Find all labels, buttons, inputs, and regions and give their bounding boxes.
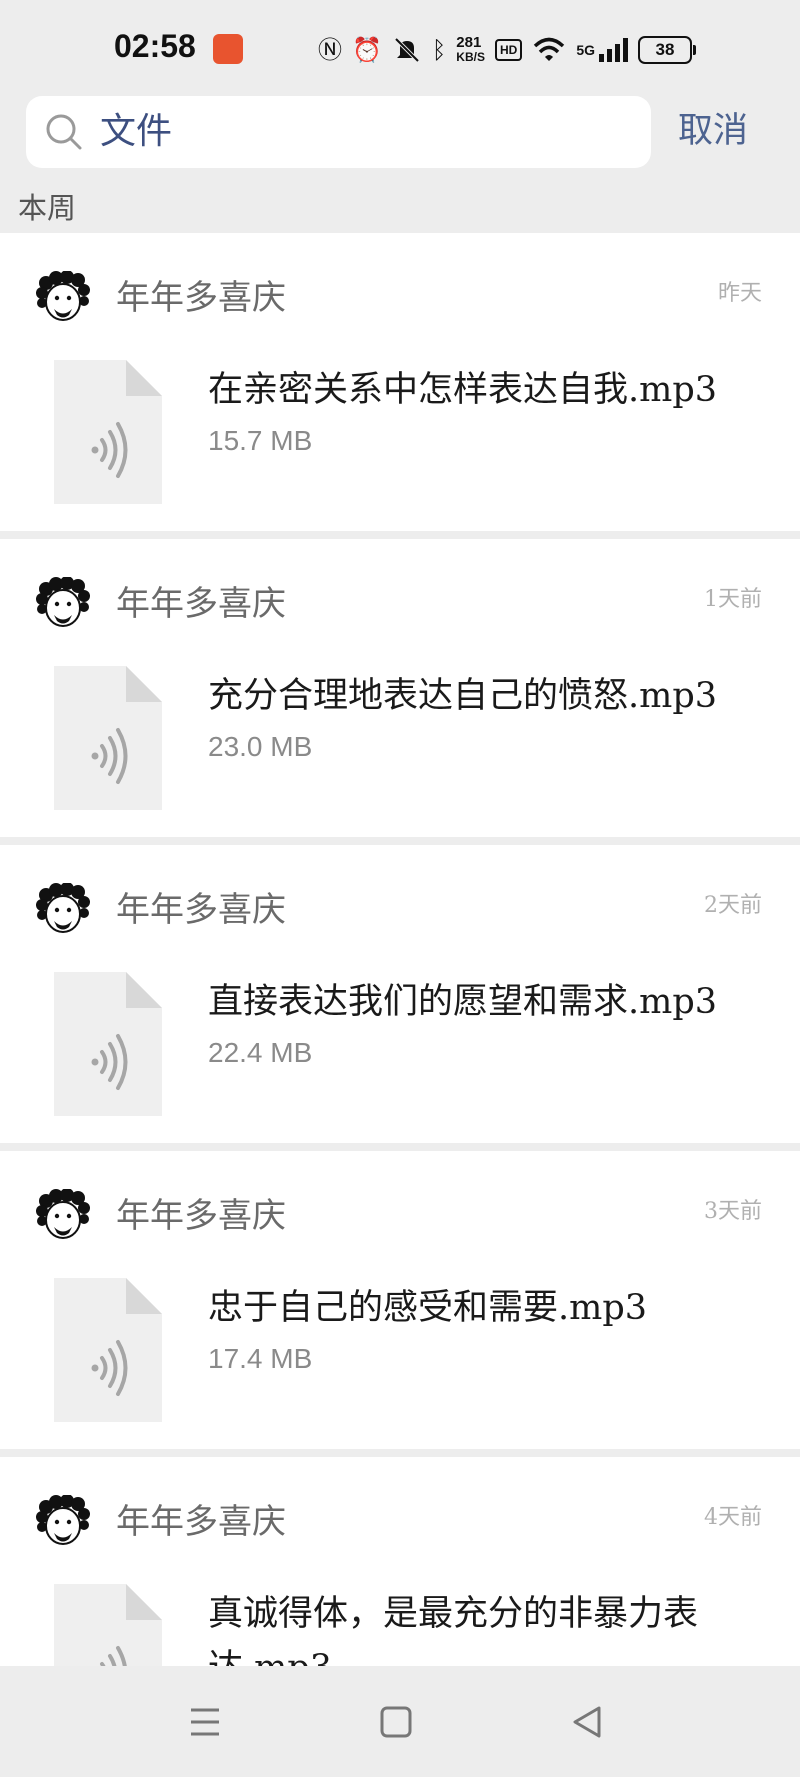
sender-name: 年年多喜庆 (116, 278, 286, 318)
avatar[interactable] (36, 883, 90, 937)
avatar[interactable] (36, 1189, 90, 1243)
network-type: 5G (576, 42, 595, 58)
search-query: 文件 (100, 111, 173, 152)
menu-icon[interactable] (181, 1698, 229, 1746)
bluetooth-icon: ᛒ (431, 36, 447, 64)
file-name: 忠于自己的感受和需要.mp3 (208, 1288, 647, 1328)
file-size: 15.7 MB (208, 425, 313, 456)
audio-file-icon (54, 360, 162, 504)
network-speed-unit: KB/S (456, 50, 485, 64)
file-size: 23.0 MB (208, 731, 313, 762)
battery-icon: 38 (638, 36, 696, 64)
message-time: 3天前 (704, 1199, 762, 1224)
audio-file-icon (54, 666, 162, 810)
navigation-bar (0, 1666, 800, 1777)
file-card[interactable]: 年年多喜庆 昨天 在亲密关系中怎样表达自我.mp3 15.7 MB (0, 233, 800, 531)
message-time: 昨天 (717, 281, 762, 306)
hd-badge: HD (494, 39, 523, 61)
file-card[interactable]: 年年多喜庆 4天前 真诚得体，是最充分的非暴力表达.mp3 (0, 1457, 800, 1666)
file-list: 年年多喜庆 昨天 在亲密关系中怎样表达自我.mp3 15.7 MB 年年多喜庆 … (0, 233, 800, 1666)
signal-icon (599, 38, 628, 62)
file-card[interactable]: 年年多喜庆 3天前 忠于自己的感受和需要.mp3 17.4 MB (0, 1151, 800, 1449)
status-time: 02:58 (114, 28, 196, 64)
sender-name: 年年多喜庆 (116, 584, 286, 624)
file-card[interactable]: 年年多喜庆 2天前 直接表达我们的愿望和需求.mp3 22.4 MB (0, 845, 800, 1143)
section-label: 本周 (18, 191, 77, 225)
cancel-button[interactable]: 取消 (678, 106, 748, 156)
audio-file-icon (54, 1584, 162, 1666)
search-icon (46, 114, 82, 150)
file-name: 在亲密关系中怎样表达自我.mp3 (208, 370, 717, 410)
status-icons: Ⓝ ⏰ ᛒ 281 KB/S HD 5G 38 (318, 32, 696, 68)
nfc-icon: Ⓝ (318, 36, 342, 64)
sender-name: 年年多喜庆 (116, 1196, 286, 1236)
avatar[interactable] (36, 271, 90, 325)
file-name: 真诚得体，是最充分的非暴力表达.mp3 (208, 1594, 699, 1666)
audio-file-icon (54, 1278, 162, 1422)
file-card[interactable]: 年年多喜庆 1天前 充分合理地表达自己的愤怒.mp3 23.0 MB (0, 539, 800, 837)
avatar[interactable] (36, 577, 90, 631)
sender-name: 年年多喜庆 (116, 1502, 286, 1542)
message-time: 2天前 (704, 893, 762, 918)
network-speed: 281 KB/S (456, 35, 485, 65)
message-time: 1天前 (704, 587, 762, 612)
file-name: 直接表达我们的愿望和需求.mp3 (208, 982, 717, 1022)
message-time: 4天前 (704, 1505, 762, 1530)
sender-name: 年年多喜庆 (116, 890, 286, 930)
home-icon[interactable] (372, 1698, 420, 1746)
file-name: 充分合理地表达自己的愤怒.mp3 (208, 676, 717, 716)
mute-icon (394, 37, 420, 63)
alarm-icon: ⏰ (352, 36, 382, 64)
search-input[interactable]: 文件 (26, 96, 651, 168)
network-speed-value: 281 (456, 34, 482, 51)
file-size: 22.4 MB (208, 1037, 313, 1068)
wifi-icon (534, 37, 565, 61)
back-icon[interactable] (563, 1698, 611, 1746)
avatar[interactable] (36, 1495, 90, 1549)
app-notification-icon (213, 34, 243, 64)
audio-file-icon (54, 972, 162, 1116)
status-bar: 02:58 Ⓝ ⏰ ᛒ 281 KB/S HD 5G 38 (0, 0, 800, 96)
battery-level: 38 (655, 40, 675, 59)
file-size: 17.4 MB (208, 1343, 313, 1374)
